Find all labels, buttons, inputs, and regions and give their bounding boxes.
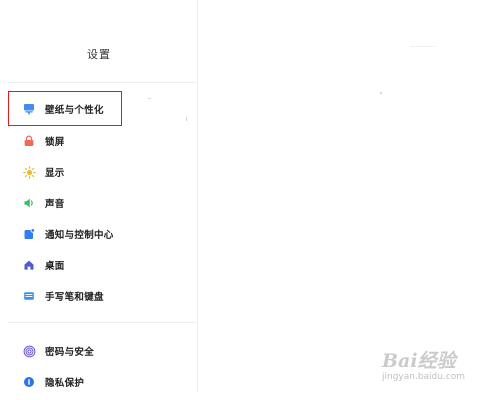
- sidebar-item-privacy-protection[interactable]: 隐私保护: [8, 368, 196, 396]
- sidebar-divider: [8, 322, 196, 323]
- artifact-mark: [186, 117, 187, 121]
- notification-icon: [22, 227, 36, 241]
- sidebar-item-stylus-keyboard[interactable]: 手写笔和键盘: [8, 282, 196, 310]
- sidebar-item-sound[interactable]: 声音: [8, 189, 196, 217]
- baidu-jingyan-watermark: Bai经验 jingyan.baidu.com: [376, 344, 486, 386]
- sidebar-item-label: 锁屏: [45, 137, 65, 148]
- sidebar-item-lock-screen[interactable]: 锁屏: [8, 127, 196, 155]
- fingerprint-icon: [22, 344, 36, 358]
- wallpaper-icon: [22, 102, 36, 116]
- sidebar-item-label: 通知与控制中心: [45, 230, 114, 241]
- watermark-url: jingyan.baidu.com: [382, 372, 466, 382]
- sidebar-item-display[interactable]: 显示: [8, 158, 196, 186]
- sidebar-item-wallpaper-personalization[interactable]: 壁纸与个性化: [8, 95, 196, 123]
- sidebar-item-label: 隐私保护: [45, 378, 85, 389]
- settings-window: 设置 壁纸与个性化 锁屏 显示 声音 通知与控制中心 桌面 手写笔和键盘 密码与…: [0, 0, 500, 400]
- sidebar-item-label: 手写笔和键盘: [45, 292, 104, 303]
- sidebar-divider: [8, 82, 196, 83]
- privacy-icon: [22, 375, 36, 389]
- sidebar-item-desktop[interactable]: 桌面: [8, 251, 196, 279]
- keyboard-icon: [22, 289, 36, 303]
- sidebar-item-label: 声音: [45, 199, 65, 210]
- home-icon: [22, 258, 36, 272]
- settings-sidebar: 设置 壁纸与个性化 锁屏 显示 声音 通知与控制中心 桌面 手写笔和键盘 密码与…: [0, 0, 198, 392]
- page-title: 设置: [87, 48, 111, 61]
- lock-icon: [22, 134, 36, 148]
- sidebar-item-notifications-control-center[interactable]: 通知与控制中心: [8, 220, 196, 248]
- sidebar-item-label: 桌面: [45, 261, 65, 272]
- artifact-mark: [148, 98, 151, 99]
- sidebar-item-label: 显示: [45, 168, 65, 179]
- sidebar-item-label: 密码与安全: [45, 347, 95, 358]
- speaker-icon: [22, 196, 36, 210]
- sun-icon: [22, 165, 36, 179]
- watermark-brand: Bai经验: [382, 350, 456, 372]
- sidebar-item-password-security[interactable]: 密码与安全: [8, 337, 196, 365]
- detail-pane: [199, 0, 500, 400]
- sidebar-item-label: 壁纸与个性化: [45, 105, 104, 116]
